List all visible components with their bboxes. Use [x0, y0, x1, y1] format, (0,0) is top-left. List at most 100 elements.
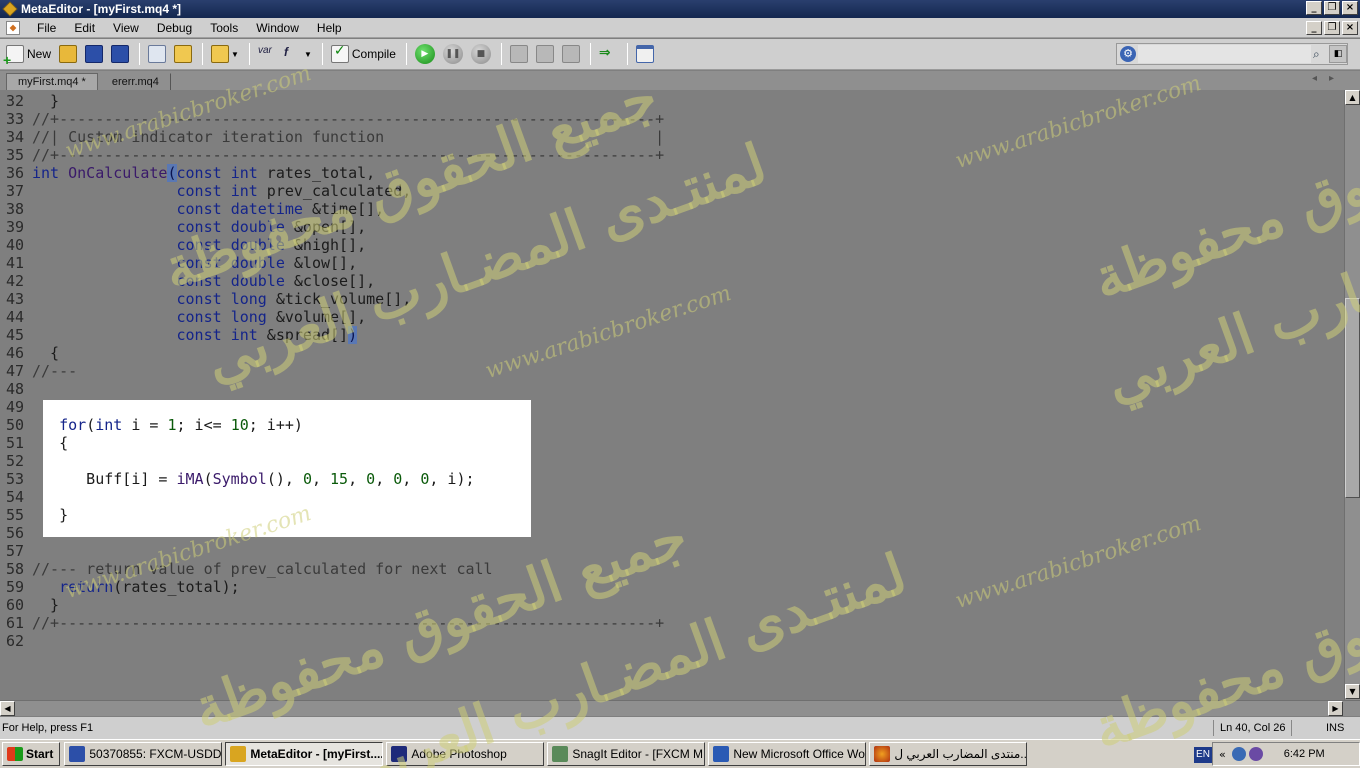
network-icon[interactable]	[1231, 747, 1246, 761]
code-line[interactable]: 33 //+-----------------------------------…	[0, 110, 664, 128]
menu-edit[interactable]: Edit	[65, 21, 104, 35]
save-all-button[interactable]	[108, 42, 132, 66]
code-line[interactable]: 39 const double &open[],	[0, 218, 366, 236]
toolbar-separator	[405, 43, 407, 65]
taskbar-button[interactable]: SnagIt Editor - [FXCM M...	[547, 742, 706, 766]
step-out-button[interactable]	[559, 42, 583, 66]
code-line[interactable]: 34 //| Custom indicator iteration functio…	[0, 128, 664, 146]
start-button[interactable]: Start	[2, 742, 61, 766]
functions-button[interactable]: f ▼	[281, 42, 315, 66]
horizontal-scrollbar[interactable]: ◀ ▶	[0, 700, 1360, 716]
tab-scroll-arrows-icon[interactable]: ◂▸	[1312, 73, 1346, 84]
code-line[interactable]: 32 }	[0, 92, 59, 110]
doc-restore-button[interactable]: ❐	[1324, 21, 1340, 35]
code-line[interactable]: 41 const double &low[],	[0, 254, 357, 272]
menu-window[interactable]: Window	[247, 21, 308, 35]
code-line[interactable]: 37 const int prev_calculated,	[0, 182, 411, 200]
styler-button[interactable]: ▼	[208, 42, 242, 66]
code-line[interactable]: 59 return(rates_total);	[0, 578, 240, 596]
document-icon[interactable]	[6, 20, 20, 35]
line-number: 41	[6, 254, 25, 272]
taskbar-button[interactable]: New Microsoft Office Wo...	[708, 742, 867, 766]
code-line[interactable]: 38 const datetime &time[],	[0, 200, 384, 218]
variables-button[interactable]: var	[255, 42, 279, 66]
compile-button[interactable]: Compile	[328, 42, 399, 66]
code-line[interactable]: 55 }	[0, 506, 68, 524]
code-line[interactable]: 51 {	[0, 434, 68, 452]
doc-close-button[interactable]: ×	[1342, 21, 1358, 35]
open-button[interactable]	[56, 42, 80, 66]
code-line[interactable]: 60 }	[0, 596, 59, 614]
scroll-up-icon[interactable]: ▲	[1345, 90, 1360, 105]
scroll-right-icon[interactable]: ▶	[1328, 701, 1343, 716]
volume-icon[interactable]	[1248, 747, 1263, 761]
terminal-chart-icon	[635, 45, 654, 63]
styler-icon	[211, 45, 230, 63]
code-line[interactable]: 36 int OnCalculate(const int rates_total,	[0, 164, 375, 182]
tab-ererr[interactable]: ererr.mq4	[99, 73, 171, 90]
doc-minimize-button[interactable]: _	[1306, 21, 1322, 35]
chevron-down-icon: ▼	[303, 49, 312, 59]
menu-help[interactable]: Help	[308, 21, 351, 35]
taskbar-button[interactable]: MetaEditor - [myFirst....	[225, 742, 384, 766]
code-line[interactable]: 40 const double &high[],	[0, 236, 366, 254]
taskbar-button[interactable]: 50370855: FXCM-USDDe...	[64, 742, 223, 766]
go-to-button[interactable]: ⇒	[596, 42, 620, 66]
variable-icon: var	[257, 45, 272, 56]
line-number: 51	[6, 434, 25, 452]
pause-debug-button[interactable]: ❚❚	[440, 42, 466, 66]
code-line[interactable]: 54	[0, 488, 32, 506]
navigator-button[interactable]	[171, 42, 195, 66]
search-input[interactable]	[1138, 45, 1311, 63]
code-line[interactable]: 62	[0, 632, 32, 650]
arrow-right-icon: ⇒	[598, 45, 611, 61]
stop-debug-button[interactable]: ■	[468, 42, 494, 66]
code-line[interactable]: 56	[0, 524, 32, 542]
code-line[interactable]: 44 const long &volume[],	[0, 308, 366, 326]
vertical-scroll-thumb[interactable]	[1345, 298, 1360, 498]
taskbar-button[interactable]: منتدى المضارب العربي ل...	[869, 742, 1028, 766]
code-line[interactable]: 43 const long &tick_volume[],	[0, 290, 411, 308]
code-line[interactable]: 35 //+-----------------------------------…	[0, 146, 664, 164]
gear-icon[interactable]: ⚙	[1120, 46, 1136, 62]
tab-myfirst[interactable]: myFirst.mq4 *	[6, 73, 98, 90]
new-button[interactable]: New	[3, 42, 54, 68]
restore-button[interactable]: ❐	[1324, 1, 1340, 15]
line-number: 57	[6, 542, 25, 560]
code-line[interactable]: 50 for(int i = 1; i<= 10; i++)	[0, 416, 303, 434]
pause-icon: ❚❚	[442, 44, 463, 64]
menu-debug[interactable]: Debug	[148, 21, 201, 35]
code-line[interactable]: 47 //---	[0, 362, 77, 380]
scroll-down-icon[interactable]: ▼	[1345, 684, 1360, 699]
menu-view[interactable]: View	[104, 21, 148, 35]
code-line[interactable]: 45 const int &spread[])	[0, 326, 358, 344]
vertical-scrollbar[interactable]: ▲ ▼	[1344, 90, 1360, 700]
menu-tools[interactable]: Tools	[201, 21, 247, 35]
terminal-button[interactable]	[633, 42, 657, 66]
code-line[interactable]: 49	[0, 398, 32, 416]
save-button[interactable]	[82, 42, 106, 66]
code-line[interactable]: 42 const double &close[],	[0, 272, 375, 290]
step-into-button[interactable]	[507, 42, 531, 66]
code-line[interactable]: 46 {	[0, 344, 59, 362]
code-line[interactable]: 58 //--- return value of prev_calculated …	[0, 560, 493, 578]
close-button[interactable]: ×	[1342, 1, 1358, 15]
code-editor[interactable]: 32 } 33//+-------------------------------…	[0, 90, 1344, 700]
windows-flag-icon	[7, 747, 23, 761]
step-over-button[interactable]	[533, 42, 557, 66]
code-line[interactable]: 48	[0, 380, 32, 398]
toolbox-button[interactable]	[145, 42, 169, 66]
scroll-left-icon[interactable]: ◀	[0, 701, 15, 716]
start-debug-button[interactable]: ▶	[412, 42, 438, 66]
menu-file[interactable]: File	[28, 21, 65, 35]
search-icon[interactable]: ⌕	[1313, 47, 1329, 62]
pin-icon[interactable]: ◧	[1329, 45, 1347, 63]
language-indicator[interactable]: EN	[1194, 747, 1212, 763]
chevron-left-icon[interactable]: «	[1219, 748, 1226, 761]
code-line[interactable]: 61 //+-----------------------------------…	[0, 614, 664, 632]
code-line[interactable]: 53 Buff[i] = iMA(Symbol(), 0, 15, 0, 0, …	[0, 470, 475, 488]
code-line[interactable]: 52	[0, 452, 32, 470]
code-line[interactable]: 57	[0, 542, 32, 560]
minimize-button[interactable]: _	[1306, 1, 1322, 15]
taskbar-button[interactable]: Adobe Photoshop	[386, 742, 545, 766]
